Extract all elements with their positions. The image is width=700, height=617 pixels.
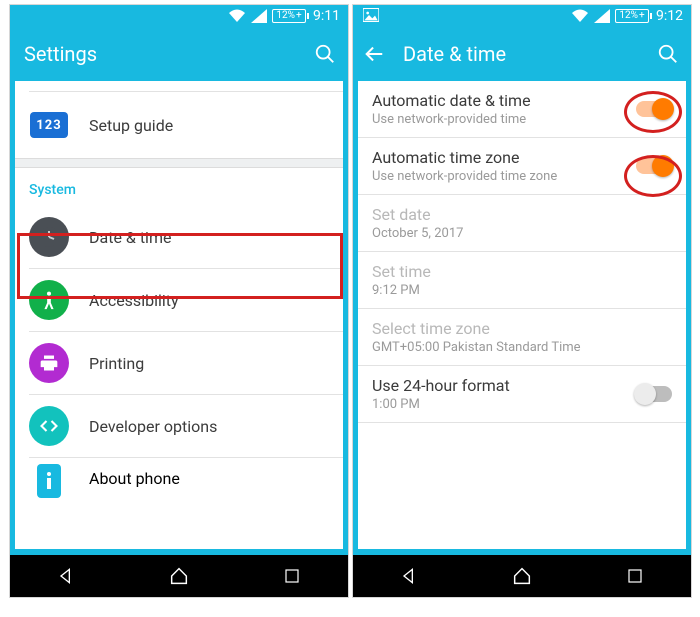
setup-guide-icon: 123 — [29, 105, 69, 145]
clock-icon — [29, 217, 69, 257]
battery-text: 12% — [619, 10, 638, 22]
wifi-icon — [228, 9, 246, 23]
icon-123: 123 — [30, 112, 68, 138]
wifi-icon — [571, 9, 589, 23]
stage: 12%+ 9:11 Settings 123 Setup guide Syste… — [0, 0, 700, 617]
nav-back-icon[interactable] — [398, 565, 420, 587]
row-select-time-zone: Select time zone GMT+05:00 Pakistan Stan… — [358, 309, 686, 365]
status-bar: 12%+ 9:11 — [10, 5, 348, 27]
row-date-time[interactable]: Date & time — [15, 206, 343, 268]
appbar-title: Settings — [24, 42, 314, 66]
printing-icon — [29, 343, 69, 383]
battery-indicator: 12%+ — [615, 9, 649, 23]
phone-date-time: 12%+ 9:12 Date & time Automatic date & t… — [352, 4, 692, 598]
row-about-phone[interactable]: About phone — [15, 458, 343, 492]
row-subtitle: Use network-provided time zone — [372, 169, 672, 184]
battery-indicator: 12%+ — [272, 9, 306, 23]
nav-back-icon[interactable] — [55, 565, 77, 587]
clock-text: 9:12 — [656, 8, 683, 24]
clock-text: 9:11 — [313, 8, 340, 24]
accessibility-icon — [29, 280, 69, 320]
signal-icon — [594, 9, 610, 23]
search-icon[interactable] — [314, 43, 336, 65]
row-label: Developer options — [89, 417, 217, 436]
row-subtitle: 1:00 PM — [372, 397, 672, 412]
appbar: Date & time — [353, 27, 691, 81]
phone-settings: 12%+ 9:11 Settings 123 Setup guide Syste… — [9, 4, 349, 598]
row-subtitle: GMT+05:00 Pakistan Standard Time — [372, 340, 672, 355]
row-title: Select time zone — [372, 319, 672, 338]
section-divider — [15, 158, 343, 168]
nav-home-icon[interactable] — [511, 565, 533, 587]
row-label: Printing — [89, 354, 144, 373]
row-auto-date-time[interactable]: Automatic date & time Use network-provid… — [358, 81, 686, 137]
settings-list: 123 Setup guide System Date & time Acces… — [15, 81, 343, 549]
back-icon[interactable] — [363, 43, 385, 65]
appbar-title: Date & time — [403, 42, 657, 66]
row-label: About phone — [89, 469, 180, 488]
charging-icon: + — [296, 10, 302, 22]
switch-auto-time-zone[interactable] — [636, 158, 672, 174]
row-title: Automatic time zone — [372, 148, 672, 167]
status-bar: 12%+ 9:12 — [353, 5, 691, 27]
nav-recent-icon[interactable] — [624, 565, 646, 587]
nav-bar — [10, 555, 348, 597]
gallery-icon — [363, 8, 379, 22]
row-developer-options[interactable]: Developer options — [15, 395, 343, 457]
about-phone-icon — [29, 464, 69, 498]
row-setup-guide[interactable]: 123 Setup guide — [15, 92, 343, 158]
appbar: Settings — [10, 27, 348, 81]
row-set-date: Set date October 5, 2017 — [358, 195, 686, 251]
row-label: Setup guide — [89, 116, 173, 135]
section-system-label: System — [15, 168, 343, 206]
divider — [358, 422, 686, 423]
row-subtitle: October 5, 2017 — [372, 226, 672, 241]
switch-24-hour[interactable] — [636, 386, 672, 402]
row-subtitle: 9:12 PM — [372, 283, 672, 298]
charging-icon: + — [639, 10, 645, 22]
row-24-hour[interactable]: Use 24-hour format 1:00 PM — [358, 366, 686, 422]
row-title: Use 24-hour format — [372, 376, 672, 395]
row-title: Set date — [372, 205, 672, 224]
row-set-time: Set time 9:12 PM — [358, 252, 686, 308]
signal-icon — [251, 9, 267, 23]
battery-text: 12% — [276, 10, 295, 22]
row-accessibility[interactable]: Accessibility — [15, 269, 343, 331]
nav-recent-icon[interactable] — [281, 565, 303, 587]
row-label: Accessibility — [89, 291, 179, 310]
developer-icon — [29, 406, 69, 446]
row-title: Set time — [372, 262, 672, 281]
row-title: Automatic date & time — [372, 91, 672, 110]
switch-auto-date-time[interactable] — [636, 101, 672, 117]
date-time-list: Automatic date & time Use network-provid… — [358, 81, 686, 549]
nav-home-icon[interactable] — [168, 565, 190, 587]
search-icon[interactable] — [657, 43, 679, 65]
nav-bar — [353, 555, 691, 597]
prev-row-fragment — [29, 81, 343, 92]
row-label: Date & time — [89, 228, 171, 247]
row-printing[interactable]: Printing — [15, 332, 343, 394]
row-subtitle: Use network-provided time — [372, 112, 672, 127]
row-auto-time-zone[interactable]: Automatic time zone Use network-provided… — [358, 138, 686, 194]
